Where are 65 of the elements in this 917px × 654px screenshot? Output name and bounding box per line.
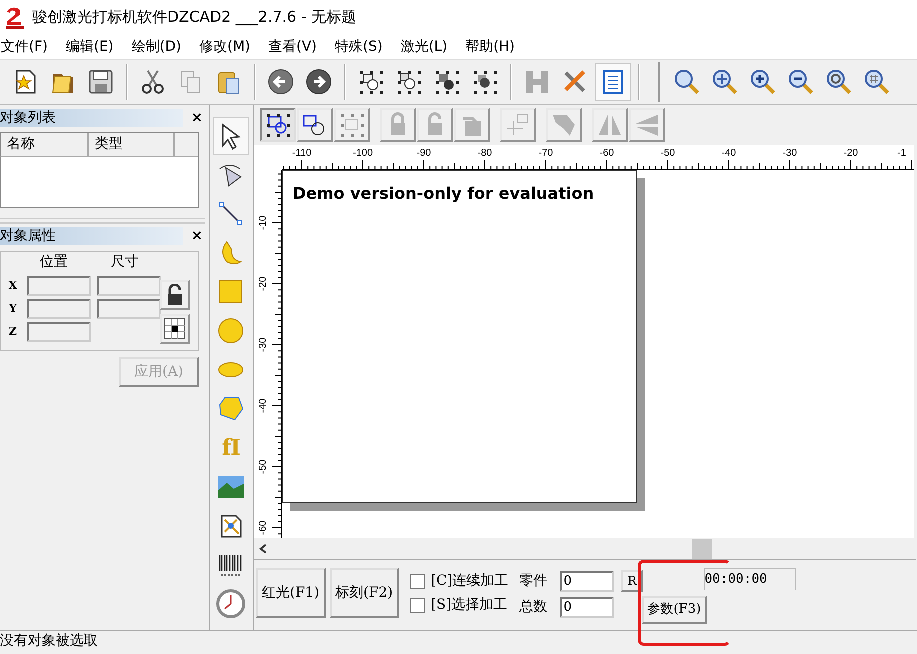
menu-item[interactable]: 绘制(D) [130, 36, 188, 58]
input-field[interactable] [96, 299, 160, 319]
axis-label: X [8, 278, 18, 294]
option-label: [S]选择加工 [431, 596, 508, 614]
ruler-label: -80 [478, 148, 492, 159]
padlock-icon [165, 284, 185, 306]
ruler-label: -110 [292, 148, 312, 159]
counter-label: 总数 [520, 598, 548, 616]
counter-label: 零件 [520, 572, 548, 590]
grid-icon [164, 318, 186, 340]
anchor-grid-button[interactable] [160, 314, 190, 344]
scroll-left-icon[interactable] [258, 542, 268, 554]
input-field[interactable] [27, 322, 91, 342]
status-text: 没有对象被选取 [0, 630, 917, 651]
menu-item[interactable]: 修改(M) [198, 36, 258, 58]
close-button[interactable]: × [185, 108, 209, 126]
input-field[interactable] [96, 276, 160, 296]
list-icon[interactable] [595, 63, 631, 101]
counter-field[interactable]: 0 [560, 570, 614, 592]
close-button[interactable]: × [185, 227, 209, 245]
laser-pointer-button[interactable]: 红光(F1) [256, 568, 326, 618]
ruler-label: -40 [722, 148, 736, 159]
lock-button[interactable] [160, 280, 190, 310]
menu-item[interactable]: 激光(L) [400, 36, 455, 58]
pointer-icon[interactable] [213, 117, 249, 155]
app-logo-icon [4, 6, 26, 30]
ungroup-icon[interactable] [297, 108, 333, 142]
menu-item[interactable]: 特殊(S) [334, 36, 390, 58]
ruler-label: -40 [258, 398, 269, 414]
ruler-label: -90 [416, 148, 432, 159]
axis-label: Z [8, 324, 18, 340]
group-icon[interactable] [260, 108, 296, 142]
checkbox[interactable] [410, 574, 426, 588]
column-label: 尺寸 [110, 253, 140, 272]
option-label: [C]连续加工 [431, 572, 509, 590]
ruler-label: -20 [258, 276, 269, 292]
checkbox[interactable] [410, 598, 426, 612]
menu-item[interactable]: 查看(V) [268, 36, 324, 58]
mark-button[interactable]: 标刻(F2) [330, 568, 400, 618]
panel-title: 对象列表 [0, 108, 183, 126]
ruler-label: -60 [600, 148, 614, 159]
window-title: 骏创激光打标机软件DZCAD2 ___2.7.6 - 无标题 [32, 7, 357, 28]
ruler-label: -10 [258, 216, 269, 230]
ruler-label: -50 [258, 460, 269, 474]
params-button[interactable]: 参数(F3) [642, 596, 708, 624]
menu-item[interactable]: 文件(F) [0, 36, 55, 58]
input-field[interactable] [27, 276, 91, 296]
counter-field[interactable]: 0 [560, 596, 614, 618]
input-field[interactable] [27, 299, 91, 319]
ruler-label: -20 [844, 148, 858, 159]
demo-notice: Demo version-only for evaluation [292, 183, 596, 205]
scrollbar-thumb[interactable] [692, 538, 712, 558]
ruler-label: -1 [898, 148, 906, 159]
ruler-label: -70 [538, 148, 554, 159]
ruler-label: -30 [258, 338, 269, 352]
ruler-label: -60 [258, 520, 269, 536]
timer-display: 00:00:00 [704, 568, 796, 590]
axis-label: Y [8, 300, 18, 317]
menu-item[interactable]: 帮助(H) [464, 36, 522, 58]
column-label: 位置 [39, 253, 69, 272]
menu-item[interactable]: 编辑(E) [64, 36, 121, 58]
ruler-label: -30 [782, 148, 798, 159]
ruler-label: -50 [660, 148, 676, 159]
panel-title: 对象属性 [0, 227, 183, 245]
ruler-label: -100 [353, 148, 373, 159]
